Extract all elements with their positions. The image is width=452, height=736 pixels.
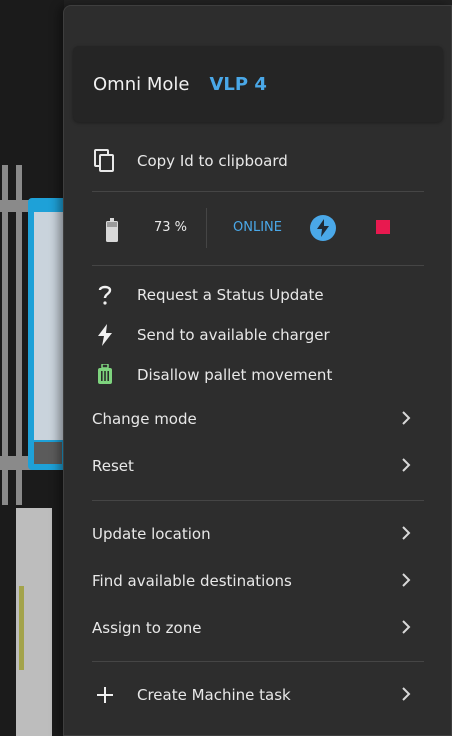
chevron-right-icon — [398, 686, 414, 702]
assign-zone-menu-item[interactable]: Assign to zone — [92, 611, 424, 645]
reset-menu-item[interactable]: Reset — [92, 449, 424, 483]
find-destinations-menu-item[interactable]: Find available destinations — [92, 564, 424, 598]
chevron-right-icon — [398, 619, 414, 635]
vehicle-label: VLP 4 — [209, 73, 267, 95]
question-icon — [92, 282, 118, 308]
menu-header: Omni Mole VLP 4 — [73, 46, 443, 122]
change-mode-menu-item[interactable]: Change mode — [92, 402, 424, 436]
bolt-icon — [92, 322, 118, 348]
machine-base — [34, 442, 62, 464]
find-destinations-label: Find available destinations — [92, 572, 292, 590]
chevron-right-icon — [398, 572, 414, 588]
rack-post — [2, 165, 8, 505]
copy-id-label: Copy Id to clipboard — [137, 152, 288, 170]
divider — [92, 661, 424, 662]
divider — [92, 265, 424, 266]
charging-bolt-icon[interactable] — [310, 215, 336, 241]
reset-label: Reset — [92, 457, 134, 475]
chevron-right-icon — [398, 457, 414, 473]
copy-id-button[interactable]: Copy Id to clipboard — [92, 144, 424, 178]
machine-body — [34, 212, 64, 440]
divider — [92, 191, 424, 192]
create-machine-task-menu-item[interactable]: Create Machine task — [92, 678, 424, 712]
disallow-pallet-movement-label: Disallow pallet movement — [137, 366, 333, 384]
request-status-update-label: Request a Status Update — [137, 286, 324, 304]
chevron-right-icon — [398, 410, 414, 426]
request-status-update-button[interactable]: Request a Status Update — [92, 278, 424, 312]
stop-icon[interactable] — [376, 220, 390, 234]
divider — [92, 500, 424, 501]
machine-on-map[interactable] — [28, 198, 68, 470]
send-to-charger-label: Send to available charger — [137, 326, 330, 344]
update-location-label: Update location — [92, 525, 211, 543]
context-menu: Omni Mole VLP 4 Copy Id to clipboard 73 … — [63, 5, 452, 736]
connection-status: ONLINE — [233, 220, 282, 235]
copy-icon — [92, 148, 118, 174]
change-mode-label: Change mode — [92, 410, 197, 428]
create-machine-task-label: Create Machine task — [137, 686, 291, 704]
lane-marker — [19, 586, 24, 670]
pallet-icon — [92, 362, 118, 388]
plus-icon — [92, 682, 118, 708]
assign-zone-label: Assign to zone — [92, 619, 202, 637]
status-row: 73 % ONLINE — [92, 206, 424, 252]
chevron-right-icon — [398, 525, 414, 541]
battery-percent: 73 % — [154, 220, 188, 235]
disallow-pallet-movement-button[interactable]: Disallow pallet movement — [92, 358, 424, 392]
send-to-charger-button[interactable]: Send to available charger — [92, 318, 424, 352]
machine-name: Omni Mole — [93, 73, 190, 95]
update-location-menu-item[interactable]: Update location — [92, 517, 424, 551]
status-separator — [206, 208, 207, 248]
battery-icon — [106, 218, 118, 242]
rack-post — [16, 165, 22, 505]
